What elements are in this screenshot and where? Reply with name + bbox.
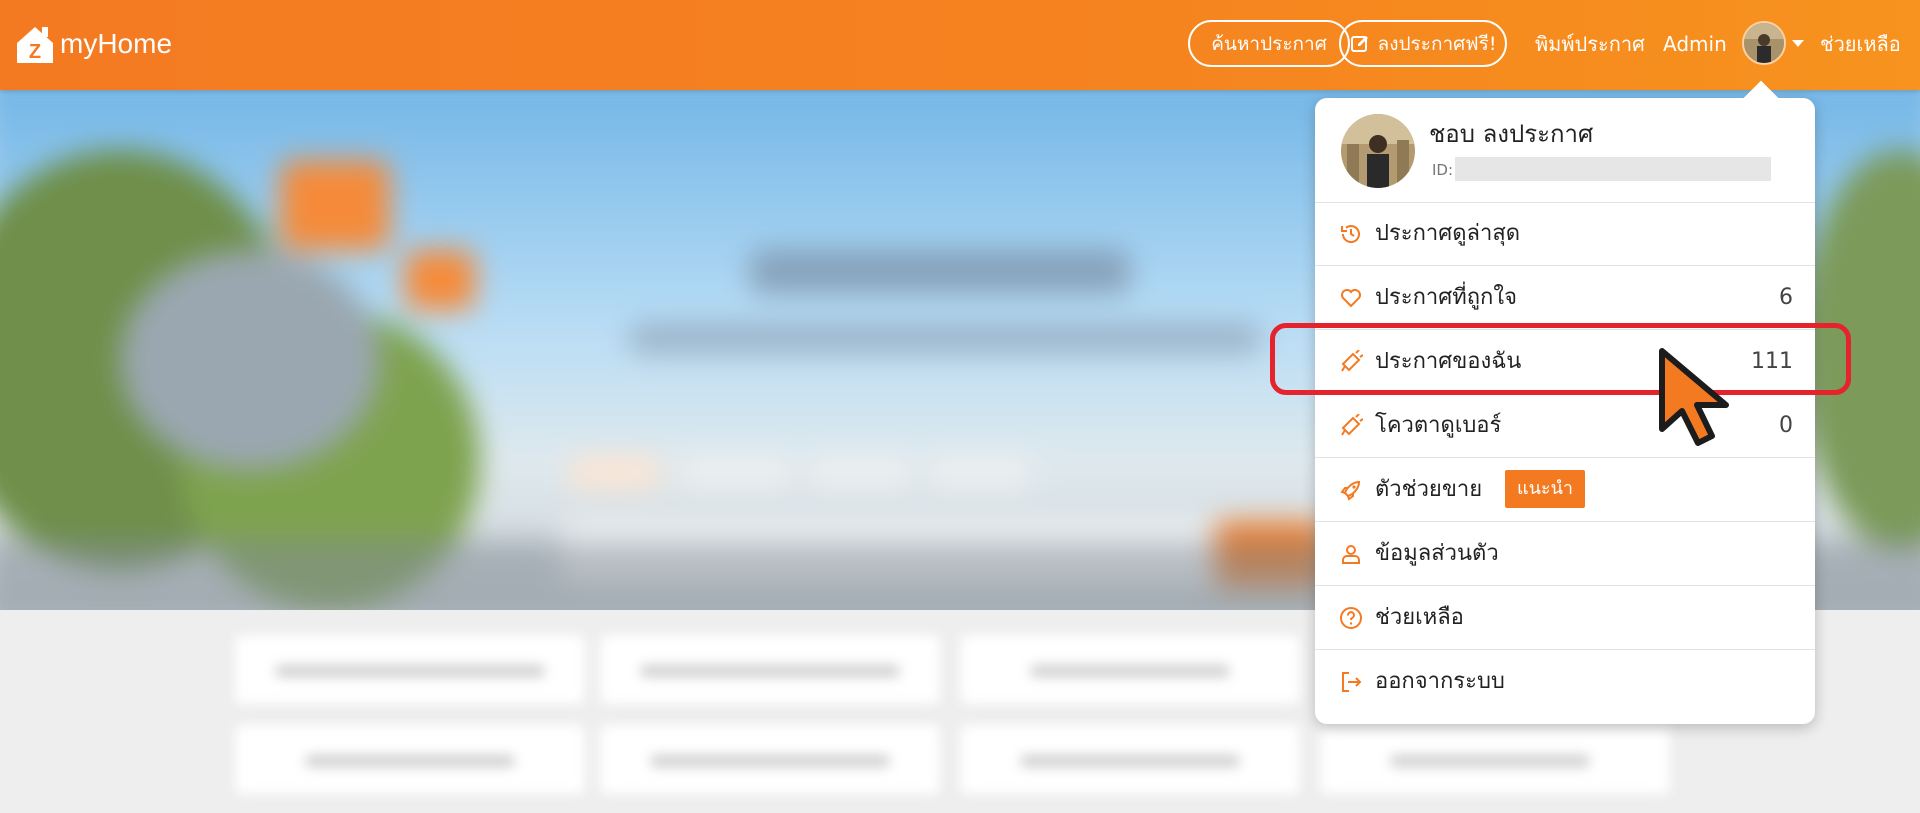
- profile-avatar: [1341, 114, 1415, 188]
- post-free-label: ลงประกาศฟรี!: [1377, 32, 1497, 55]
- heart-icon: [1341, 289, 1361, 308]
- logo-text: myHome: [60, 28, 173, 59]
- menu-item-help[interactable]: ช่วยเหลือ: [1315, 586, 1815, 650]
- logout-icon: [1342, 672, 1362, 692]
- menu-item-profile-info[interactable]: ข้อมูลส่วนตัว: [1315, 522, 1815, 586]
- avatar-image: [1744, 23, 1784, 63]
- menu-label-booster-quota: โควตาดูเบอร์: [1375, 413, 1502, 438]
- menu-label-logout: ออกจากระบบ: [1375, 669, 1505, 694]
- site-logo[interactable]: Z myHome: [14, 19, 172, 69]
- menu-label-help: ช่วยเหลือ: [1375, 605, 1464, 630]
- chevron-down-icon[interactable]: [1792, 40, 1804, 47]
- recommended-badge: แนะนำ: [1505, 470, 1585, 508]
- rocket-icon: [1340, 480, 1361, 501]
- print-listing-link[interactable]: พิมพ์ประกาศ: [1535, 30, 1645, 58]
- highlight-box: [1270, 323, 1851, 395]
- search-listings-button[interactable]: ค้นหาประกาศ: [1188, 20, 1350, 67]
- megaphone-icon: [1341, 414, 1363, 436]
- post-free-button[interactable]: ลงประกาศฟรี!: [1339, 20, 1507, 67]
- profile-id-redacted: [1455, 157, 1771, 181]
- menu-item-recent[interactable]: ประกาศดูล่าสุด: [1315, 202, 1815, 266]
- help-link[interactable]: ช่วยเหลือ: [1820, 30, 1901, 58]
- profile-name: ชอบ ลงประกาศ: [1429, 120, 1594, 148]
- house-logo-icon: Z: [17, 27, 53, 63]
- profile-id-label: ID:: [1432, 161, 1454, 179]
- menu-item-sales-helper[interactable]: ตัวช่วยขาย แนะนำ: [1315, 458, 1815, 522]
- menu-label-profile-info: ข้อมูลส่วนตัว: [1375, 541, 1499, 566]
- menu-label-sales-helper: ตัวช่วยขาย: [1375, 477, 1483, 502]
- top-navigation-bar: Z myHome ค้นหาประกาศ ลงประกาศฟรี! พิมพ์ป…: [0, 0, 1920, 90]
- user-avatar-button[interactable]: [1742, 21, 1786, 65]
- menu-count-booster-quota: 0: [1779, 413, 1793, 438]
- mouse-cursor-icon: [1659, 348, 1729, 446]
- menu-item-favorites[interactable]: ประกาศที่ถูกใจ 6: [1315, 266, 1815, 330]
- menu-item-logout[interactable]: ออกจากระบบ: [1315, 650, 1815, 714]
- menu-count-favorites: 6: [1779, 285, 1793, 310]
- history-icon: [1341, 225, 1360, 243]
- search-listings-label: ค้นหาประกาศ: [1211, 32, 1327, 55]
- profile-photo: [1341, 114, 1415, 188]
- admin-link[interactable]: Admin: [1663, 30, 1727, 58]
- question-circle-icon: [1340, 607, 1362, 629]
- user-icon: [1342, 545, 1360, 564]
- menu-label-favorites: ประกาศที่ถูกใจ: [1375, 285, 1518, 310]
- edit-icon: [1350, 35, 1368, 52]
- profile-header: ชอบ ลงประกาศ ID:: [1315, 98, 1815, 203]
- logo-mark: Z: [29, 41, 41, 63]
- menu-label-recent: ประกาศดูล่าสุด: [1375, 221, 1521, 246]
